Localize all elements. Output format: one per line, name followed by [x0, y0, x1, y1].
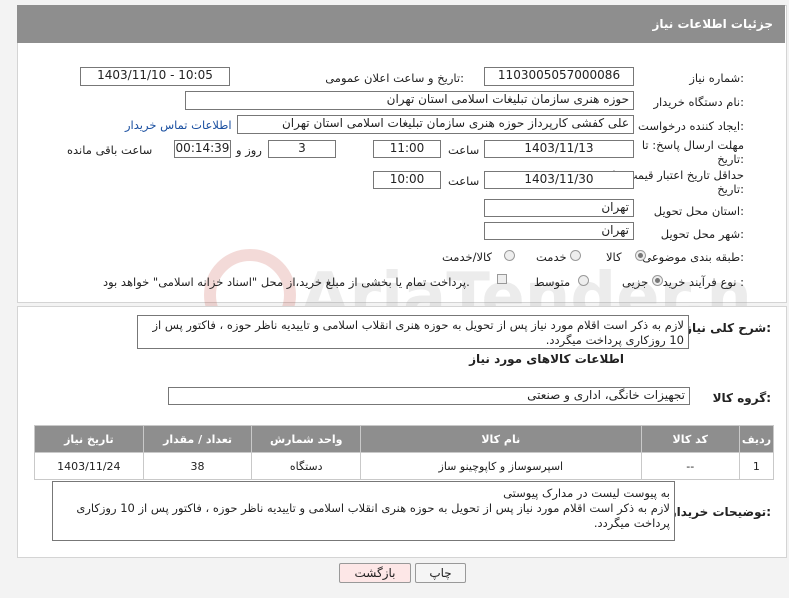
buyer-notes-line1: به پیوست لیست در مدارک پیوستی: [503, 486, 670, 500]
buyer-notes-field: به پیوست لیست در مدارک پیوستی لازم به ذک…: [52, 481, 675, 541]
purchase-radio-medium[interactable]: [578, 275, 589, 286]
purchase-option-medium: متوسط: [534, 275, 571, 289]
description-label: شرح کلی نیاز:: [685, 321, 771, 335]
purchase-radio-minor[interactable]: [652, 275, 663, 286]
col-code: کد کالا: [640, 425, 740, 453]
price-validity-label-2: تاریخ:: [717, 182, 744, 196]
category-label: طبقه بندی موضوعی:: [642, 250, 744, 264]
col-qty: تعداد / مقدار: [142, 425, 253, 453]
reply-deadline-label-2: تاریخ:: [717, 152, 744, 166]
buyer-notes-label: توضیحات خریدار:: [669, 505, 771, 519]
category-radio-goods[interactable]: [635, 250, 646, 261]
cell-code: --: [640, 452, 740, 480]
requester-field: علی کفشی کارپرداز حوزه هنری سازمان تبلیغ…: [237, 115, 634, 134]
need-number-field: 1103005057000086: [484, 67, 634, 86]
table-header-row: ردیف کد کالا نام کالا واحد شمارش تعداد /…: [34, 425, 775, 453]
reply-time-label: ساعت: [448, 143, 480, 157]
treasury-checkbox[interactable]: [497, 274, 507, 284]
table-row[interactable]: 1 -- اسپرسوساز و کاپوچینو ساز دستگاه 38 …: [34, 452, 775, 480]
delivery-province-field: تهران: [484, 199, 634, 217]
buyer-contact-link[interactable]: اطلاعات تماس خریدار: [125, 118, 232, 132]
back-button[interactable]: بازگشت: [339, 563, 411, 583]
announce-datetime-label: تاریخ و ساعت اعلان عمومی:: [325, 71, 464, 85]
col-name: نام کالا: [360, 425, 642, 453]
items-table: ردیف کد کالا نام کالا واحد شمارش تعداد /…: [34, 425, 775, 480]
category-option-goods: کالا: [606, 250, 622, 264]
col-row: ردیف: [738, 425, 775, 453]
cell-date: 1403/11/24: [34, 452, 144, 480]
price-time-label: ساعت: [448, 174, 480, 188]
group-field: تجهیزات خانگی، اداری و صنعتی: [168, 387, 690, 405]
cell-qty: 38: [142, 452, 253, 480]
panel-header: جزئیات اطلاعات نیاز: [17, 5, 785, 43]
col-date: تاریخ نیاز: [34, 425, 144, 453]
buyer-notes-line2: لازم به ذکر است اقلام مورد نیاز پس از تح…: [76, 501, 670, 530]
buyer-org-field: حوزه هنری سازمان تبلیغات اسلامی استان ته…: [185, 91, 634, 110]
print-button[interactable]: چاپ: [415, 563, 466, 583]
items-section-title: اطلاعات کالاهای مورد نیاز: [469, 352, 624, 366]
category-radio-both[interactable]: [504, 250, 515, 261]
price-validity-time: 10:00: [373, 171, 441, 189]
purchase-type-label: نوع فرآیند خرید :: [662, 275, 744, 289]
reply-deadline-date: 1403/11/13: [484, 140, 634, 158]
treasury-note: پرداخت تمام یا بخشی از مبلغ خرید،از محل …: [103, 275, 470, 289]
reply-deadline-label-1: مهلت ارسال پاسخ: تا: [641, 138, 744, 152]
cell-name: اسپرسوساز و کاپوچینو ساز: [360, 452, 642, 480]
description-text: لازم به ذکر است اقلام مورد نیاز پس از تح…: [137, 315, 689, 349]
cell-row: 1: [738, 452, 775, 480]
delivery-province-label: استان محل تحویل:: [653, 204, 744, 218]
purchase-option-minor: جزیی: [622, 275, 649, 289]
requester-label: ایجاد کننده درخواست:: [638, 119, 744, 133]
days-label: روز و: [236, 143, 262, 157]
cell-unit: دستگاه: [251, 452, 362, 480]
col-unit: واحد شمارش: [251, 425, 362, 453]
group-label: گروه کالا:: [712, 391, 771, 405]
delivery-city-field: تهران: [484, 222, 634, 240]
announce-datetime-field: 1403/11/10 - 10:05: [80, 67, 230, 86]
remaining-time: 00:14:39: [174, 140, 231, 158]
category-option-both: کالا/خدمت: [442, 250, 493, 264]
category-option-service: خدمت: [536, 250, 567, 264]
reply-deadline-time: 11:00: [373, 140, 441, 158]
remaining-days: 3: [268, 140, 336, 158]
delivery-city-label: شهر محل تحویل:: [660, 227, 744, 241]
price-validity-date: 1403/11/30: [484, 171, 634, 189]
need-number-label: شماره نیاز:: [689, 71, 744, 85]
remaining-label: ساعت باقی مانده: [67, 143, 153, 157]
page-title: جزئیات اطلاعات نیاز: [652, 17, 773, 31]
buyer-org-label: نام دستگاه خریدار:: [653, 95, 744, 109]
category-radio-service[interactable]: [570, 250, 581, 261]
